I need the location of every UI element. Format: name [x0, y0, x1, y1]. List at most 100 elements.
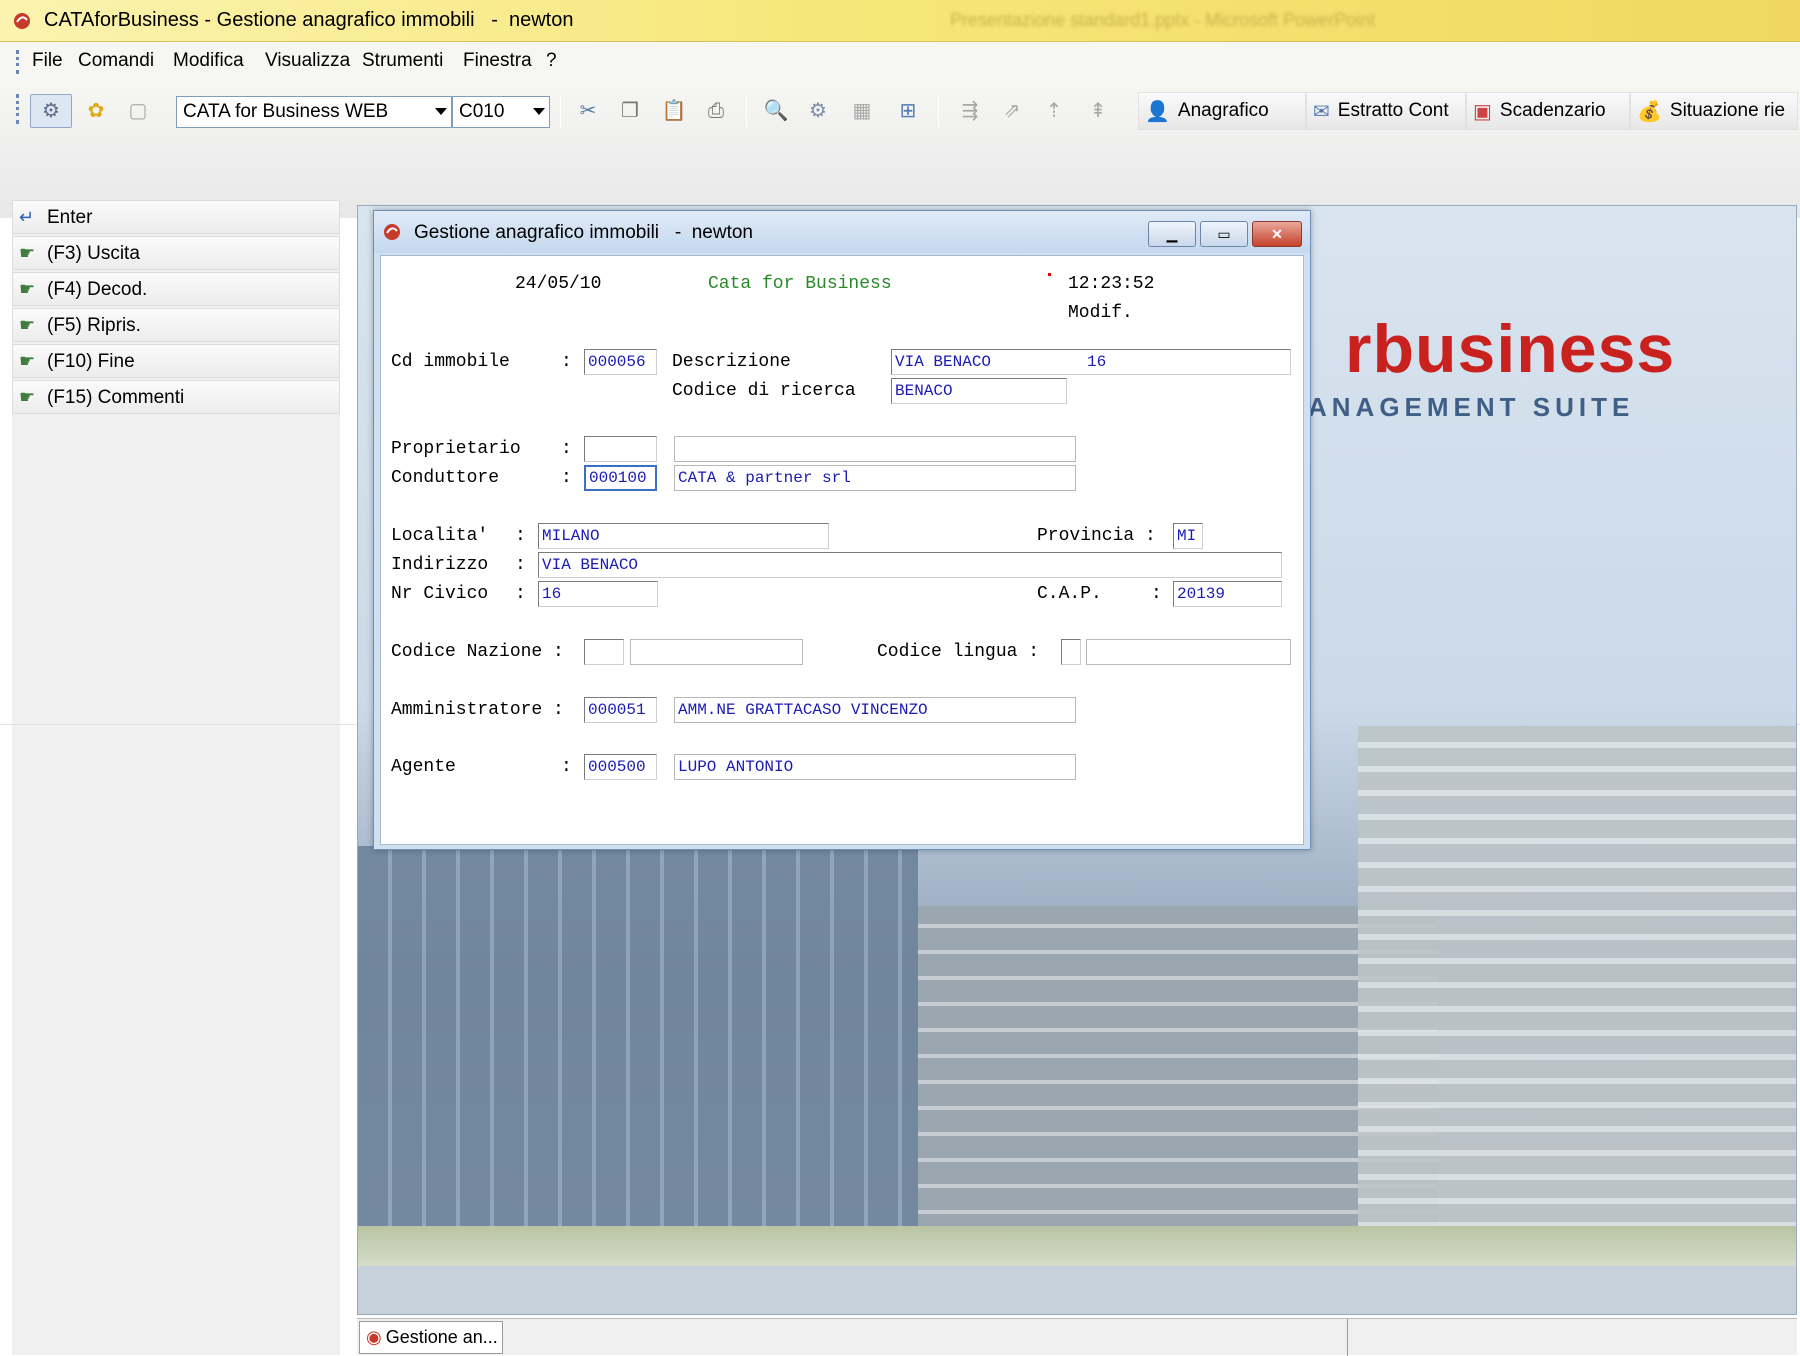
label-proprietario: Proprietario: [391, 439, 521, 459]
cmd-commenti[interactable]: ☛ (F15) Commenti: [12, 380, 340, 414]
localita-field[interactable]: MILANO: [538, 523, 829, 549]
minimize-button[interactable]: ▁: [1148, 221, 1196, 247]
label-colon: :: [515, 526, 526, 546]
app-logo-icon: ◉: [366, 1327, 382, 1347]
cmd-uscita[interactable]: ☛ (F3) Uscita: [12, 236, 340, 270]
label-colon: :: [561, 468, 572, 488]
close-button[interactable]: ✕: [1252, 221, 1302, 247]
tool-b-icon[interactable]: ⇗: [1000, 99, 1024, 123]
chevron-down-icon: [533, 108, 545, 115]
agente-code-field[interactable]: 000500: [584, 754, 657, 780]
blank-page-icon[interactable]: ▢: [126, 99, 150, 123]
label-colon: :: [561, 439, 572, 459]
codice-ricerca-field[interactable]: BENACO: [891, 378, 1067, 404]
tool-a-icon[interactable]: ⇶: [958, 99, 982, 123]
cmd-decod[interactable]: ☛ (F4) Decod.: [12, 272, 340, 306]
toolbar-separator: [746, 96, 747, 128]
enter-icon: ↵: [19, 207, 35, 227]
situazione-label: Situazione rie: [1669, 100, 1786, 121]
amministratore-code-field[interactable]: 000051: [584, 697, 657, 723]
dialog-form: 24/05/10 Cata for Business 12:23:52 Modi…: [380, 255, 1304, 845]
anagrafico-button[interactable]: 👤 Anagrafico: [1138, 92, 1306, 130]
form-date: 24/05/10: [515, 274, 602, 294]
codice-nazione-name-field: [630, 639, 803, 665]
estratto-conto-button[interactable]: ✉ Estratto Cont: [1306, 92, 1466, 130]
cmd-ripris-label: (F5) Ripris.: [47, 315, 141, 336]
background-window-title: Presentazione standard1.pptx - Microsoft…: [950, 10, 1376, 30]
situazione-button[interactable]: 💰 Situazione rie: [1630, 92, 1798, 130]
menu-comandi[interactable]: Comandi: [78, 50, 154, 72]
label-colon: :: [561, 352, 572, 372]
scadenzario-label: Scadenzario: [1499, 100, 1606, 121]
settings-icon[interactable]: ⚙: [806, 99, 830, 123]
preview-icon[interactable]: 🔍: [764, 99, 789, 123]
cd-immobile-field[interactable]: 000056: [584, 349, 657, 375]
copy-icon[interactable]: ❐: [618, 99, 642, 123]
codice-nazione-code-field[interactable]: [584, 639, 624, 665]
cmd-ripris[interactable]: ☛ (F5) Ripris.: [12, 308, 340, 342]
conduttore-code-field[interactable]: 000100: [584, 465, 657, 491]
cap-field[interactable]: 20139: [1173, 581, 1282, 607]
indirizzo-field[interactable]: VIA BENACO: [538, 552, 1282, 578]
print-icon[interactable]: ⎙: [704, 99, 728, 123]
menu-grip[interactable]: [16, 50, 19, 74]
key-hand-icon: ☛: [19, 351, 36, 371]
form-app-name: Cata for Business: [708, 274, 892, 294]
menu-file[interactable]: File: [32, 50, 63, 72]
estratto-conto-label: Estratto Cont: [1337, 100, 1449, 121]
dialog-title-bar[interactable]: Gestione anagrafico immobili - newton ▁ …: [374, 211, 1310, 253]
window-task-strip: ◉ Gestione an...: [357, 1318, 1797, 1356]
company-combo[interactable]: CATA for Business WEB: [176, 96, 452, 128]
tool-d-icon[interactable]: ⇞: [1086, 99, 1110, 123]
menu-modifica[interactable]: Modifica: [173, 50, 244, 72]
main-title-bar[interactable]: CATAforBusiness - Gestione anagrafico im…: [0, 0, 1800, 42]
status-dot: [1048, 273, 1051, 276]
tool-c-icon[interactable]: ⇡: [1042, 99, 1066, 123]
provincia-field[interactable]: MI: [1173, 523, 1203, 549]
chart-icon[interactable]: ▦: [850, 99, 874, 123]
cmd-fine[interactable]: ☛ (F10) Fine: [12, 344, 340, 378]
label-amministratore: Amministratore :: [391, 700, 564, 720]
restore-button[interactable]: ▭: [1200, 221, 1248, 247]
command-pane: ↵ Enter ☛ (F3) Uscita ☛ (F4) Decod. ☛ (F…: [12, 200, 340, 1355]
network-icon[interactable]: ⊞: [896, 99, 920, 123]
key-hand-icon: ☛: [19, 243, 36, 263]
scadenzario-button[interactable]: ▣ Scadenzario: [1466, 92, 1630, 130]
menu-visualizza[interactable]: Visualizza: [265, 50, 350, 72]
star-icon[interactable]: ✿: [84, 99, 108, 123]
menu-finestra[interactable]: Finestra: [463, 50, 532, 72]
nr-civico-field[interactable]: 16: [538, 581, 658, 607]
menu-strumenti[interactable]: Strumenti: [362, 50, 443, 72]
codice-lingua-code-field[interactable]: [1061, 639, 1081, 665]
background-building: [358, 846, 918, 1236]
label-localita: Localita': [391, 526, 489, 546]
label-indirizzo: Indirizzo: [391, 555, 489, 575]
toolbar-grip[interactable]: [16, 94, 19, 124]
task-strip-divider: [1347, 1319, 1348, 1356]
minimize-icon: ▁: [1166, 225, 1178, 242]
brand-logo-subtitle: ANAGEMENT SUITE: [1308, 392, 1635, 422]
task-tab-gestione[interactable]: ◉ Gestione an...: [359, 1321, 503, 1354]
calendar-icon: ▣: [1473, 100, 1492, 123]
cmd-fine-label: (F10) Fine: [47, 351, 135, 372]
descrizione-field[interactable]: VIA BENACO 16: [891, 349, 1291, 375]
paste-icon[interactable]: 📋: [662, 99, 687, 123]
proprietario-code-field[interactable]: [584, 436, 657, 462]
anagrafico-label: Anagrafico: [1177, 100, 1269, 121]
toolbar-separator: [560, 96, 561, 128]
app-logo-icon: [14, 13, 30, 29]
proprietario-name-field: [674, 436, 1076, 462]
amministratore-name-field: AMM.NE GRATTACASO VINCENZO: [674, 697, 1076, 723]
cut-icon[interactable]: ✂: [576, 99, 600, 123]
chevron-down-icon: [435, 108, 447, 115]
label-cap: C.A.P.: [1037, 584, 1102, 604]
cmd-enter[interactable]: ↵ Enter: [12, 200, 340, 234]
code-combo[interactable]: C010: [452, 96, 550, 128]
restore-icon: ▭: [1217, 225, 1231, 242]
label-codice-nazione: Codice Nazione :: [391, 642, 564, 662]
connect-icon[interactable]: ⚙: [39, 99, 63, 123]
company-combo-value: CATA for Business WEB: [183, 101, 389, 122]
label-descrizione: Descrizione: [672, 352, 791, 372]
label-colon: :: [561, 757, 572, 777]
menu-help[interactable]: ?: [546, 50, 557, 72]
